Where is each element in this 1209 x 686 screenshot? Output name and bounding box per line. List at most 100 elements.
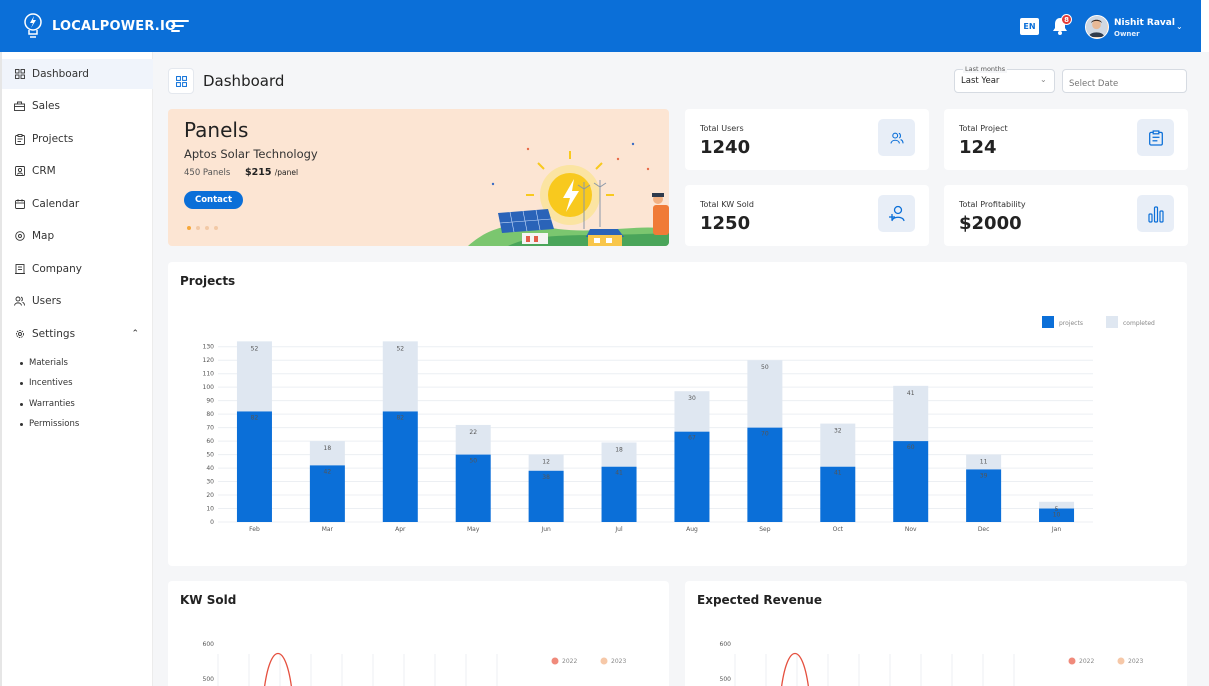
dashboard-icon-box (168, 68, 194, 94)
bag-icon (14, 101, 25, 112)
sidebar-item-label: CRM (32, 165, 56, 177)
stat-value: 1240 (700, 137, 751, 158)
sidebar-item-projects[interactable]: Projects (2, 124, 153, 154)
hero-subtitle: Aptos Solar Technology (184, 147, 318, 161)
data-label-completed: 22 (469, 429, 477, 436)
legend-label-completed: completed (1123, 320, 1155, 327)
clipboard-icon (1137, 119, 1174, 156)
y-tick-label: 80 (206, 411, 214, 418)
period-select-value: Last Year (961, 76, 1000, 86)
grid-icon (14, 69, 25, 80)
stat-value: 1250 (700, 213, 751, 234)
data-label-completed: 41 (907, 390, 915, 397)
users-icon (878, 119, 915, 156)
data-label-completed: 11 (980, 459, 988, 466)
stat-card-total-project[interactable]: Total Project 124 (944, 109, 1188, 170)
data-label-completed: 32 (834, 428, 842, 435)
sidebar-item-label: Map (32, 230, 55, 242)
users-icon (14, 296, 25, 307)
legend-label-2023: 2023 (1128, 658, 1143, 665)
hero-quantity: 450 Panels (184, 168, 231, 178)
data-label-projects: 67 (688, 435, 696, 442)
page-title: Dashboard (203, 72, 285, 90)
sidebar-item-dashboard[interactable]: Dashboard (2, 59, 153, 89)
hero-card: Panels Aptos Solar Technology 450 Panels… (168, 109, 669, 246)
legend-dot-2022 (551, 657, 559, 665)
data-label-completed: 18 (324, 445, 332, 452)
stat-card-total-kw-sold[interactable]: Total KW Sold 1250 (685, 185, 929, 246)
legend-swatch-projects (1042, 316, 1054, 328)
bar-projects (382, 411, 418, 522)
data-label-projects: 82 (396, 414, 404, 421)
language-button[interactable]: EN (1020, 18, 1039, 35)
data-label-completed: 18 (615, 446, 623, 453)
sidebar-item-calendar[interactable]: Calendar (2, 189, 153, 219)
data-label-projects: 60 (907, 444, 915, 451)
projects-bar-chart: 0 10 20 30 40 50 60 70 80 90 100 110 120 130 52 82 Feb 18… (203, 316, 1155, 533)
x-tick-label: Jan (1051, 526, 1061, 533)
x-tick-label: Nov (905, 526, 917, 533)
bar-projects (893, 441, 929, 522)
user-name[interactable]: Nishit Raval (1114, 18, 1175, 28)
data-label-completed: 12 (542, 459, 550, 466)
x-tick-label: Dec (978, 526, 990, 533)
sidebar-subitem-materials[interactable]: Materials (20, 358, 68, 368)
y-tick-label: 120 (203, 357, 215, 364)
gear-icon (14, 329, 25, 340)
sidebar-item-label: Company (32, 263, 82, 275)
stat-card-total-profitability[interactable]: Total Profitability $2000 (944, 185, 1188, 246)
sidebar-item-map[interactable]: Map (2, 221, 153, 251)
x-tick-label: Feb (249, 526, 260, 533)
data-label-projects: 39 (980, 472, 988, 479)
sidebar-item-label: Dashboard (32, 68, 89, 80)
projects-chart-card: Projects 0 10 20 30 40 50 60 70 80 90 100 110 120 130… (168, 262, 1187, 566)
y-tick-label: 20 (206, 492, 214, 499)
y-tick-label: 130 (203, 344, 215, 351)
chevron-down-icon[interactable]: ⌄ (1176, 22, 1183, 31)
stat-label: Total Users (700, 124, 744, 133)
y-tick-label: 30 (206, 479, 214, 486)
legend-dot-2023 (1117, 657, 1125, 665)
bar-projects (674, 431, 710, 522)
bar-projects (747, 427, 783, 522)
y-tick-label: 70 (206, 425, 214, 432)
y-tick-label: 50 (206, 452, 214, 459)
chevron-up-icon[interactable]: ⌃ (131, 329, 139, 339)
sidebar-subitem-warranties[interactable]: Warranties (20, 399, 75, 409)
stat-value: 124 (959, 137, 997, 158)
sidebar-item-users[interactable]: Users (2, 286, 153, 316)
chevron-down-icon[interactable]: ⌄ (1040, 75, 1047, 84)
sidebar-subitem-permissions[interactable]: Permissions (20, 419, 79, 429)
contact-card-icon (14, 166, 25, 177)
bar-projects (236, 411, 272, 522)
menu-toggle-icon[interactable] (171, 20, 189, 34)
brand[interactable]: LOCALPOWER.IO (22, 12, 176, 40)
data-label-completed: 50 (761, 364, 769, 371)
data-label-projects: 50 (469, 458, 477, 465)
data-label-completed: 52 (251, 345, 259, 352)
data-label-projects: 70 (761, 431, 769, 438)
y-tick-label: 40 (206, 465, 214, 472)
sidebar-item-settings[interactable]: Settings ⌃ (2, 319, 153, 349)
sidebar-item-company[interactable]: Company (2, 254, 153, 284)
sidebar-subitem-incentives[interactable]: Incentives (20, 378, 73, 388)
expected-revenue-line-chart: 600 500 2022 2023 (720, 641, 1143, 686)
contact-button[interactable]: Contact (184, 191, 243, 209)
legend-swatch-completed (1106, 316, 1118, 328)
sidebar-item-label: Sales (32, 100, 60, 112)
sidebar-item-sales[interactable]: Sales (2, 91, 153, 121)
x-tick-label: Jul (614, 526, 623, 533)
avatar[interactable] (1085, 15, 1109, 39)
y-tick-label: 600 (203, 641, 215, 648)
x-tick-label: Apr (395, 526, 406, 533)
data-label-completed: 30 (688, 395, 696, 402)
solar-illustration (468, 142, 669, 246)
grid-icon (175, 75, 187, 87)
sidebar-item-crm[interactable]: CRM (2, 156, 153, 186)
y-tick-label: 110 (203, 371, 215, 378)
y-tick-label: 60 (206, 438, 214, 445)
carousel-dots[interactable] (187, 226, 218, 230)
stat-card-total-users[interactable]: Total Users 1240 (685, 109, 929, 170)
date-input[interactable] (1062, 69, 1187, 93)
y-tick-label: 90 (206, 398, 214, 405)
